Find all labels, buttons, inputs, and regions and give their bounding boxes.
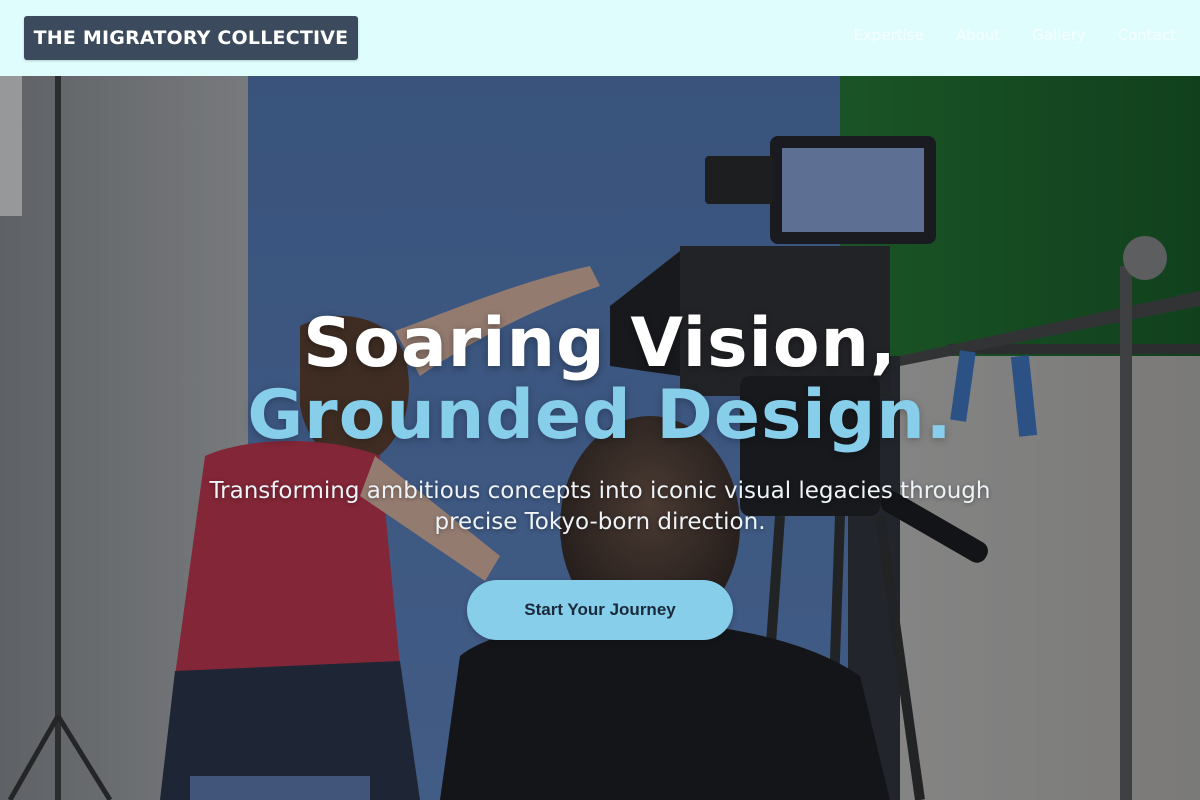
hero-subtitle: Transforming ambitious concepts into ico… <box>209 478 991 535</box>
nav-link-gallery[interactable]: Gallery <box>1032 26 1085 44</box>
hero-headline: Soaring Vision, Grounded Design. <box>0 308 1200 452</box>
headline-line-2: Grounded Design. <box>247 376 953 455</box>
headline-line-1: Soaring Vision, <box>303 304 897 383</box>
hero-content: Soaring Vision, Grounded Design. Transfo… <box>0 308 1200 640</box>
hero-section: Soaring Vision, Grounded Design. Transfo… <box>0 76 1200 800</box>
nav-link-expertise[interactable]: Expertise <box>853 26 923 44</box>
main-nav: Expertise About Gallery Contact <box>853 26 1176 44</box>
nav-link-contact[interactable]: Contact <box>1118 26 1176 44</box>
nav-link-about[interactable]: About <box>956 26 1000 44</box>
site-header: THE MIGRATORY COLLECTIVE Expertise About… <box>0 0 1200 76</box>
start-journey-button[interactable]: Start Your Journey <box>467 580 733 640</box>
brand-logo[interactable]: THE MIGRATORY COLLECTIVE <box>24 16 358 60</box>
